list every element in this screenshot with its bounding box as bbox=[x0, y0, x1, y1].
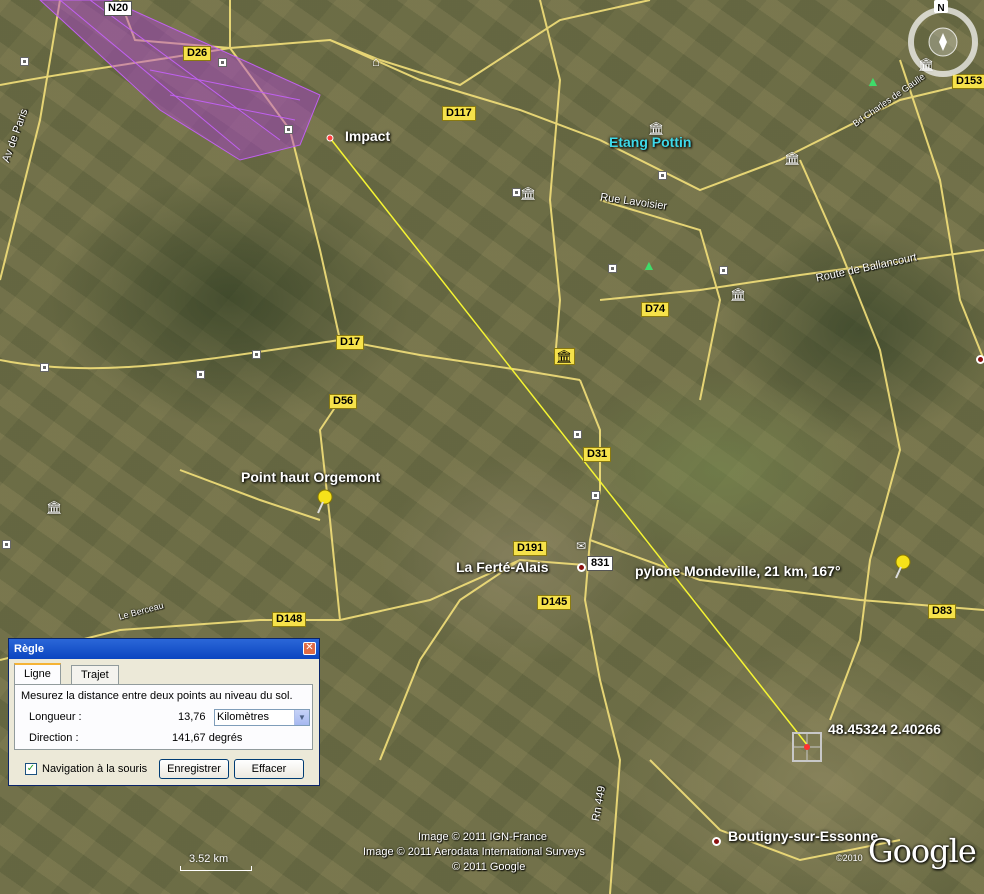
landmark-icon[interactable]: ⌂ bbox=[372, 55, 380, 68]
museum-icon[interactable]: 🏛 bbox=[554, 348, 575, 365]
place-label-coordinates[interactable]: 48.45324 2.40266 bbox=[828, 721, 941, 737]
place-label-point-haut-orgemont[interactable]: Point haut Orgemont bbox=[241, 469, 380, 485]
dialog-panel: Mesurez la distance entre deux points au… bbox=[14, 684, 313, 750]
town-marker-icon[interactable] bbox=[712, 837, 721, 846]
town-marker-icon[interactable] bbox=[577, 563, 586, 572]
measure-line bbox=[329, 137, 809, 747]
road-label-d83: D83 bbox=[928, 604, 957, 619]
poi-square-icon[interactable] bbox=[573, 430, 582, 439]
scale-bar bbox=[180, 866, 252, 871]
unit-select[interactable]: Kilomètres ▼ bbox=[214, 709, 310, 726]
poi-square-icon[interactable] bbox=[591, 491, 600, 500]
post-office-icon[interactable]: ✉ bbox=[576, 540, 586, 553]
close-icon[interactable]: ✕ bbox=[303, 642, 316, 655]
road-label-d31: D31 bbox=[583, 447, 612, 462]
ruler-dialog: Règle ✕ Ligne Trajet Mesurez la distance… bbox=[8, 638, 320, 786]
attribution-aerodata: Image © 2011 Aerodata International Surv… bbox=[363, 846, 585, 858]
tab-trajet[interactable]: Trajet bbox=[71, 665, 119, 684]
poi-square-icon[interactable] bbox=[284, 125, 293, 134]
scale-label: 3.52 km bbox=[189, 853, 229, 865]
mouse-navigation-checkbox[interactable]: ✓ bbox=[25, 763, 37, 775]
dialog-titlebar[interactable]: Règle ✕ bbox=[9, 639, 319, 659]
poi-square-icon[interactable] bbox=[40, 363, 49, 372]
poi-square-icon[interactable] bbox=[719, 266, 728, 275]
measure-end-marker[interactable] bbox=[792, 732, 822, 762]
monument-icon[interactable]: 🏛 bbox=[784, 152, 801, 165]
road-label-d17: D17 bbox=[336, 335, 365, 350]
poi-square-icon[interactable] bbox=[20, 57, 29, 66]
compass-control[interactable]: N bbox=[903, 0, 983, 82]
road-label-d26: D26 bbox=[183, 46, 212, 61]
mouse-navigation-label: Navigation à la souris bbox=[42, 763, 148, 775]
road-label-d74: D74 bbox=[641, 302, 670, 317]
unit-selected-value: Kilomètres bbox=[217, 711, 269, 723]
road-label-d56: D56 bbox=[329, 394, 358, 409]
place-label-impact[interactable]: Impact bbox=[345, 128, 390, 144]
clear-button[interactable]: Effacer bbox=[234, 759, 304, 779]
attribution-ign: Image © 2011 IGN-France bbox=[418, 831, 547, 843]
road-label-n20: N20 bbox=[104, 1, 133, 16]
road-label-d117: D117 bbox=[442, 106, 476, 121]
google-copyright-year: ©2010 bbox=[836, 853, 863, 863]
monument-icon[interactable]: 🏛 bbox=[520, 187, 537, 200]
place-label-la-ferte-alais[interactable]: La Ferté-Alais bbox=[456, 559, 549, 575]
poi-square-icon[interactable] bbox=[218, 58, 227, 67]
road-label-d191: D191 bbox=[513, 541, 548, 556]
pushpin-icon[interactable] bbox=[314, 488, 336, 514]
length-value: 13,76 bbox=[178, 711, 206, 723]
poi-square-icon[interactable] bbox=[2, 540, 11, 549]
dialog-title: Règle bbox=[14, 643, 44, 655]
poi-square-icon[interactable] bbox=[608, 264, 617, 273]
road-label-d145: D145 bbox=[537, 595, 572, 610]
direction-label: Direction : bbox=[29, 732, 79, 744]
chevron-down-icon[interactable]: ▼ bbox=[294, 710, 309, 725]
dialog-description: Mesurez la distance entre deux points au… bbox=[21, 690, 293, 702]
place-label-etang-pottin[interactable]: Etang Pottin bbox=[609, 134, 691, 150]
save-button[interactable]: Enregistrer bbox=[159, 759, 229, 779]
park-tree-icon[interactable]: ▲ bbox=[642, 258, 656, 272]
attribution-google: © 2011 Google bbox=[452, 861, 526, 873]
flight-path bbox=[39, 0, 321, 161]
tab-ligne[interactable]: Ligne bbox=[14, 663, 61, 684]
google-logo: Google bbox=[868, 832, 977, 870]
monument-icon[interactable]: 🏛 bbox=[730, 288, 747, 301]
park-tree-icon[interactable]: ▲ bbox=[866, 74, 880, 88]
monument-icon[interactable]: 🏛 bbox=[46, 501, 63, 514]
town-marker-icon[interactable] bbox=[976, 355, 984, 364]
place-label-boutigny[interactable]: Boutigny-sur-Essonne bbox=[728, 828, 878, 844]
compass-north-label: N bbox=[937, 3, 944, 14]
poi-square-icon[interactable] bbox=[658, 171, 667, 180]
poi-square-icon[interactable] bbox=[252, 350, 261, 359]
measure-start-point[interactable] bbox=[326, 134, 334, 142]
pushpin-icon[interactable] bbox=[892, 553, 914, 579]
direction-value: 141,67 degrés bbox=[172, 732, 243, 744]
place-label-pylone-mondeville[interactable]: pylone Mondeville, 21 km, 167° bbox=[635, 563, 841, 579]
length-label: Longueur : bbox=[29, 711, 82, 723]
road-label-831: 831 bbox=[587, 556, 614, 571]
monument-icon[interactable]: 🏛 bbox=[648, 122, 665, 135]
road-label-d148: D148 bbox=[272, 612, 307, 627]
poi-square-icon[interactable] bbox=[196, 370, 205, 379]
